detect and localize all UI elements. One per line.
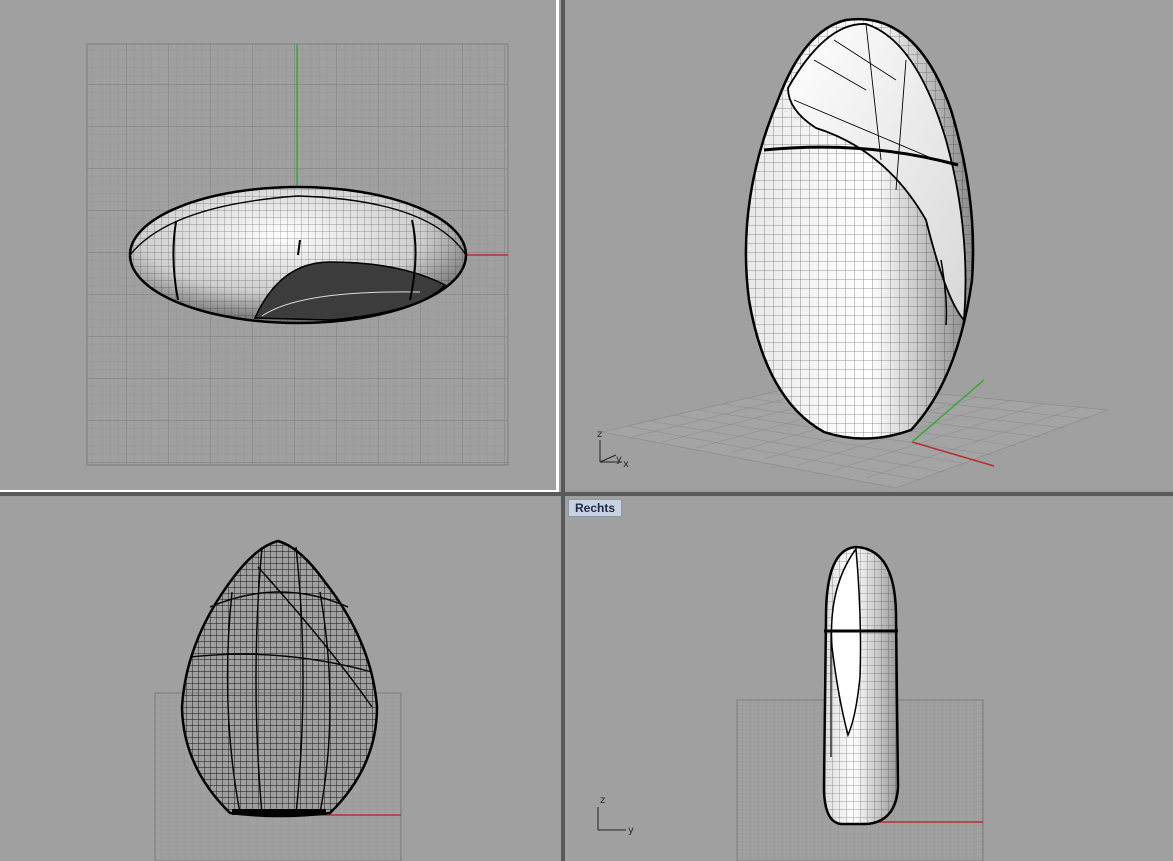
axis-label-y: y — [628, 825, 634, 836]
viewport-right-canvas: z y — [597, 545, 984, 861]
axis-label-z: z — [600, 795, 605, 806]
viewport-front[interactable] — [0, 497, 561, 861]
viewport-separator-vertical-active[interactable] — [556, 0, 559, 492]
wireframe-egg-object — [180, 539, 379, 818]
viewport-top[interactable] — [0, 0, 556, 490]
viewport-front-canvas — [154, 539, 402, 861]
axis-label-x: x — [623, 459, 629, 470]
viewport-perspective[interactable]: z y x — [566, 0, 1173, 490]
viewport-perspective-canvas: z y x — [597, 17, 1109, 489]
viewport-right[interactable]: Rechts z y — [566, 497, 1173, 861]
viewport-top-canvas — [86, 43, 509, 466]
viewport-separator-vertical[interactable] — [561, 0, 565, 861]
axis-label-y: y — [616, 454, 622, 465]
egg-object — [744, 17, 975, 440]
side-egg-object — [822, 545, 900, 826]
axis-widget-icon: z y — [597, 795, 634, 836]
viewport-separator-horizontal[interactable] — [0, 492, 1173, 496]
torus-object — [128, 185, 468, 325]
axis-label-z: z — [597, 429, 602, 440]
